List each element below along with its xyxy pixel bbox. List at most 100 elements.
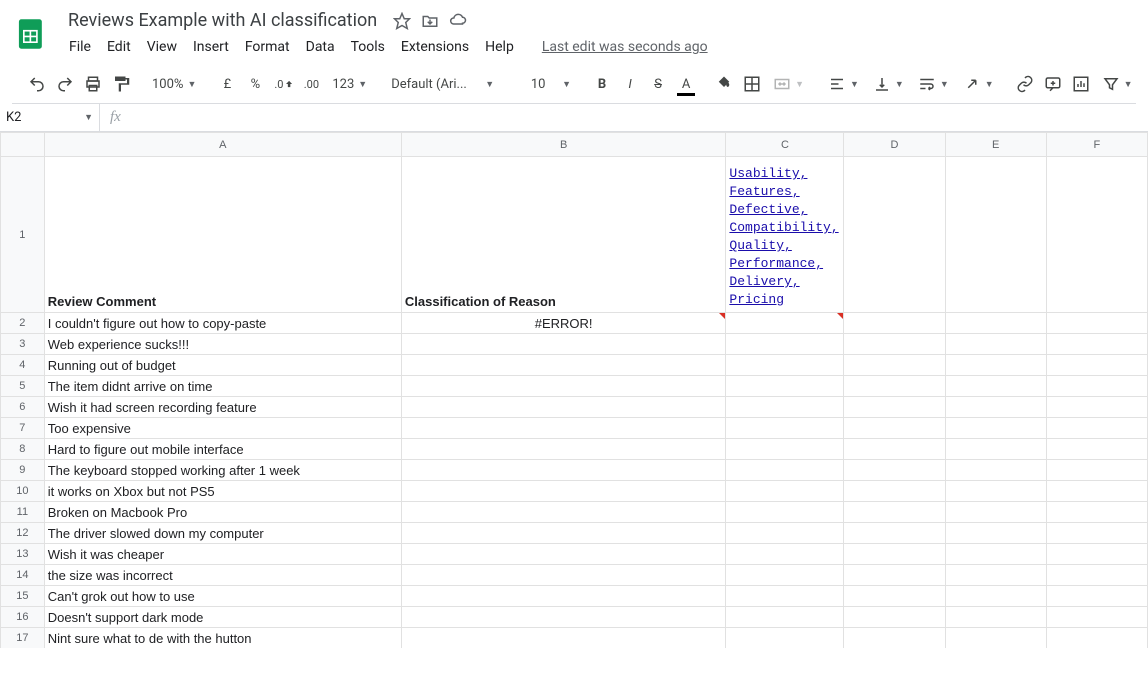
cell-D6[interactable] — [844, 397, 945, 418]
cell-A12[interactable]: The driver slowed down my computer — [44, 523, 401, 544]
horizontal-align-dropdown[interactable]: ▼ — [822, 71, 865, 97]
star-icon[interactable] — [393, 12, 411, 30]
cell-B14[interactable] — [401, 565, 726, 586]
cell-E1[interactable] — [945, 157, 1046, 313]
row-header-3[interactable]: 3 — [1, 334, 45, 355]
text-rotation-dropdown[interactable]: ▼ — [957, 71, 1000, 97]
cell-E8[interactable] — [945, 439, 1046, 460]
col-header-E[interactable]: E — [945, 133, 1046, 157]
more-formats-dropdown[interactable]: 123▼ — [326, 71, 373, 97]
cell-B3[interactable] — [401, 334, 726, 355]
menu-view[interactable]: View — [140, 35, 184, 59]
cell-D13[interactable] — [844, 544, 945, 565]
cell-C7[interactable] — [726, 418, 844, 439]
cell-D2[interactable] — [844, 313, 945, 334]
cell-B5[interactable] — [401, 376, 726, 397]
row-header-10[interactable]: 10 — [1, 481, 45, 502]
print-button[interactable] — [80, 71, 106, 97]
cell-D11[interactable] — [844, 502, 945, 523]
menu-insert[interactable]: Insert — [186, 35, 236, 59]
menu-edit[interactable]: Edit — [100, 35, 138, 59]
cell-A15[interactable]: Can't grok out how to use — [44, 586, 401, 607]
cell-F16[interactable] — [1046, 607, 1147, 628]
cell-E17[interactable] — [945, 628, 1046, 649]
cell-D10[interactable] — [844, 481, 945, 502]
menu-tools[interactable]: Tools — [344, 35, 392, 59]
cell-A7[interactable]: Too expensive — [44, 418, 401, 439]
cell-A9[interactable]: The keyboard stopped working after 1 wee… — [44, 460, 401, 481]
cell-B11[interactable] — [401, 502, 726, 523]
font-family-dropdown[interactable]: Default (Ari...▼ — [385, 71, 500, 97]
cloud-status-icon[interactable] — [449, 12, 467, 30]
cell-D15[interactable] — [844, 586, 945, 607]
cell-E14[interactable] — [945, 565, 1046, 586]
row-header-16[interactable]: 16 — [1, 607, 45, 628]
cell-B17[interactable] — [401, 628, 726, 649]
cell-E9[interactable] — [945, 460, 1046, 481]
cell-D5[interactable] — [844, 376, 945, 397]
cell-F3[interactable] — [1046, 334, 1147, 355]
row-header-14[interactable]: 14 — [1, 565, 45, 586]
menu-file[interactable]: File — [62, 35, 98, 59]
cell-D8[interactable] — [844, 439, 945, 460]
cell-C1[interactable]: Usability,Features,Defective,Compatibili… — [726, 157, 844, 313]
cell-F9[interactable] — [1046, 460, 1147, 481]
cell-F8[interactable] — [1046, 439, 1147, 460]
cell-F1[interactable] — [1046, 157, 1147, 313]
cell-B16[interactable] — [401, 607, 726, 628]
col-header-C[interactable]: C — [726, 133, 844, 157]
cell-F14[interactable] — [1046, 565, 1147, 586]
percent-button[interactable]: % — [242, 71, 268, 97]
cell-F17[interactable] — [1046, 628, 1147, 649]
cell-D4[interactable] — [844, 355, 945, 376]
insert-comment-button[interactable] — [1040, 71, 1066, 97]
cell-F4[interactable] — [1046, 355, 1147, 376]
cell-F5[interactable] — [1046, 376, 1147, 397]
cell-E5[interactable] — [945, 376, 1046, 397]
insert-link-button[interactable] — [1012, 71, 1038, 97]
cell-E13[interactable] — [945, 544, 1046, 565]
cell-C8[interactable] — [726, 439, 844, 460]
row-header-11[interactable]: 11 — [1, 502, 45, 523]
cell-D9[interactable] — [844, 460, 945, 481]
borders-button[interactable] — [739, 71, 765, 97]
cell-B6[interactable] — [401, 397, 726, 418]
last-edit-link[interactable]: Last edit was seconds ago — [535, 35, 715, 59]
cell-C3[interactable] — [726, 334, 844, 355]
filter-button[interactable]: ▼ — [1096, 71, 1139, 97]
name-box[interactable]: K2▼ — [0, 104, 100, 131]
fill-color-button[interactable] — [711, 71, 737, 97]
cell-F11[interactable] — [1046, 502, 1147, 523]
cell-F15[interactable] — [1046, 586, 1147, 607]
cell-E4[interactable] — [945, 355, 1046, 376]
strikethrough-button[interactable]: S — [645, 71, 671, 97]
cell-C12[interactable] — [726, 523, 844, 544]
cell-C15[interactable] — [726, 586, 844, 607]
col-header-B[interactable]: B — [401, 133, 726, 157]
zoom-dropdown[interactable]: 100%▼ — [146, 71, 202, 97]
cell-A11[interactable]: Broken on Macbook Pro — [44, 502, 401, 523]
cell-C14[interactable] — [726, 565, 844, 586]
cell-C2[interactable] — [726, 313, 844, 334]
cell-F2[interactable] — [1046, 313, 1147, 334]
currency-button[interactable]: £ — [214, 71, 240, 97]
cell-A4[interactable]: Running out of budget — [44, 355, 401, 376]
undo-button[interactable] — [24, 71, 50, 97]
row-header-9[interactable]: 9 — [1, 460, 45, 481]
cell-E10[interactable] — [945, 481, 1046, 502]
text-color-button[interactable]: A — [673, 71, 699, 97]
spreadsheet-grid[interactable]: A B C D E F 1 Review Comment Classificat… — [0, 132, 1148, 648]
row-header-8[interactable]: 8 — [1, 439, 45, 460]
row-header-4[interactable]: 4 — [1, 355, 45, 376]
cell-C16[interactable] — [726, 607, 844, 628]
cell-E15[interactable] — [945, 586, 1046, 607]
cell-E6[interactable] — [945, 397, 1046, 418]
decrease-decimal-button[interactable]: .0 — [270, 71, 296, 97]
cell-B8[interactable] — [401, 439, 726, 460]
menu-help[interactable]: Help — [478, 35, 521, 59]
cell-F10[interactable] — [1046, 481, 1147, 502]
cell-C17[interactable] — [726, 628, 844, 649]
cell-B15[interactable] — [401, 586, 726, 607]
cell-E7[interactable] — [945, 418, 1046, 439]
cell-A1[interactable]: Review Comment — [44, 157, 401, 313]
